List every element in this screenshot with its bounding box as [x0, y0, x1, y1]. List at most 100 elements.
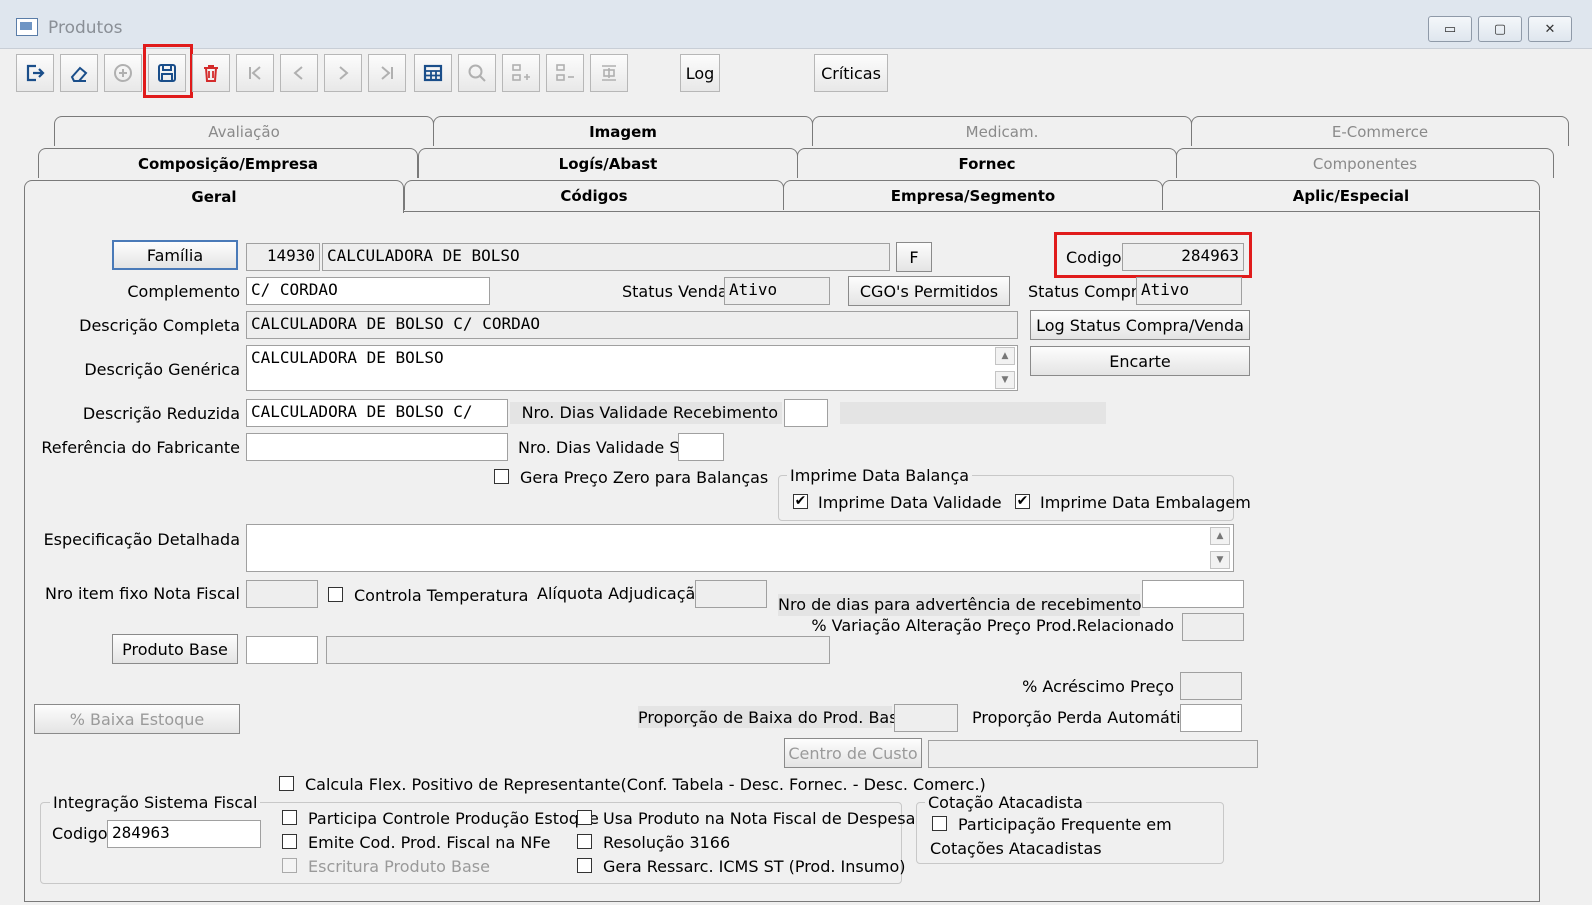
imprime-data-validade-label: Imprime Data Validade [818, 493, 1002, 512]
log-button[interactable]: Log [680, 54, 720, 92]
dias-validade-recebimento-label: Nro. Dias Validade Recebimento [521, 403, 778, 422]
descricao-reduzida-label: Descrição Reduzida [82, 404, 240, 423]
emite-cod-prod-checkbox[interactable] [282, 834, 297, 849]
remove-item-icon[interactable] [546, 54, 584, 92]
cgo-permitidos-button[interactable]: CGO's Permitidos [848, 276, 1010, 306]
descricao-generica-label: Descrição Genérica [84, 360, 240, 379]
descricao-generica-textarea[interactable]: CALCULADORA DE BOLSO [246, 345, 1018, 391]
codigo-highlight [1054, 232, 1252, 278]
previous-record-icon[interactable] [280, 54, 318, 92]
complemento-input[interactable]: C/ CORDAO [246, 277, 490, 305]
tab-avaliacao[interactable]: Avaliação [54, 116, 434, 146]
last-record-icon[interactable] [368, 54, 406, 92]
calcula-flex-checkbox[interactable] [279, 776, 294, 791]
produto-base-button[interactable]: Produto Base [112, 634, 238, 664]
tab-ecommerce[interactable]: E-Commerce [1191, 116, 1569, 146]
referencia-fabricante-label: Referência do Fabricante [41, 438, 240, 457]
dias-validade-sa-input[interactable] [678, 433, 724, 461]
especificacao-detalhada-label: Especificação Detalhada [43, 530, 240, 549]
status-venda-field: Ativo [724, 277, 830, 305]
criticas-button[interactable]: Críticas [814, 54, 888, 92]
usa-produto-nf-despesa-label: Usa Produto na Nota Fiscal de Despesa [603, 809, 916, 828]
calcula-flex-label: Calcula Flex. Positivo de Representante(… [305, 775, 986, 794]
participacao-frequente-label-1: Participação Frequente em [958, 815, 1172, 834]
log-status-compra-venda-button[interactable]: Log Status Compra/Venda [1030, 310, 1250, 340]
descricao-reduzida-input[interactable]: CALCULADORA DE BOLSO C/ [246, 399, 508, 427]
gera-ressarc-icms-checkbox[interactable] [577, 858, 592, 873]
integracao-codigo-input[interactable]: 284963 [107, 820, 261, 848]
exit-icon[interactable] [16, 54, 54, 92]
readonly-band [840, 402, 1106, 424]
scroll-down-arrow-icon[interactable]: ▼ [1210, 551, 1230, 569]
first-record-icon[interactable] [236, 54, 274, 92]
familia-button[interactable]: Família [112, 240, 238, 270]
minimize-button[interactable]: ▭ [1428, 16, 1472, 42]
acrescimo-preco-field [1180, 672, 1242, 700]
close-button[interactable]: ✕ [1528, 16, 1572, 42]
integracao-sistema-fiscal-label: Integração Sistema Fiscal [50, 793, 261, 812]
proporcao-perda-input[interactable] [1180, 704, 1242, 732]
search-icon[interactable] [458, 54, 496, 92]
especificacao-detalhada-textarea[interactable] [246, 524, 1234, 572]
imprime-data-validade-checkbox[interactable]: ✔ [793, 494, 808, 509]
encarte-button[interactable]: Encarte [1030, 346, 1250, 376]
insert-row-icon[interactable] [590, 54, 628, 92]
tab-composicao-empresa[interactable]: Composição/Empresa [38, 148, 418, 178]
integracao-codigo-label: Codigo [52, 824, 108, 843]
participa-controle-checkbox[interactable] [282, 810, 297, 825]
familia-code-field[interactable]: 14930 [246, 243, 320, 271]
next-record-icon[interactable] [324, 54, 362, 92]
dias-validade-recebimento-input[interactable] [784, 399, 828, 427]
nro-item-fixo-field [246, 580, 318, 608]
tab-aplic-especial[interactable]: Aplic/Especial [1162, 180, 1540, 210]
eraser-icon[interactable] [60, 54, 98, 92]
produto-base-code-input[interactable] [246, 636, 318, 664]
resolucao-3166-checkbox[interactable] [577, 834, 592, 849]
tab-empresa-segmento[interactable]: Empresa/Segmento [783, 180, 1163, 210]
scroll-down-arrow-icon[interactable]: ▼ [995, 371, 1015, 389]
tab-fornec[interactable]: Fornec [797, 148, 1177, 178]
add-item-icon[interactable] [502, 54, 540, 92]
baixa-estoque-button[interactable]: % Baixa Estoque [34, 704, 240, 734]
controla-temperatura-checkbox[interactable] [328, 587, 343, 602]
participacao-frequente-checkbox[interactable] [932, 816, 947, 831]
proporcao-perda-label: Proporção Perda Automática [972, 708, 1200, 727]
controla-temperatura-label: Controla Temperatura [354, 586, 529, 605]
acrescimo-preco-label: % Acréscimo Preço [1022, 677, 1174, 696]
tab-logis-abast[interactable]: Logís/Abast [418, 148, 798, 178]
tab-componentes[interactable]: Componentes [1176, 148, 1554, 178]
produto-base-description-field [326, 636, 830, 664]
scroll-up-arrow-icon[interactable]: ▲ [995, 347, 1015, 365]
imprime-data-embalagem-label: Imprime Data Embalagem [1040, 493, 1251, 512]
referencia-fabricante-input[interactable] [246, 433, 508, 461]
imprime-data-balanca-label: Imprime Data Balança [787, 466, 973, 485]
tab-codigos[interactable]: Códigos [404, 180, 784, 210]
proporcao-baixa-label: Proporção de Baixa do Prod. Base [638, 708, 908, 727]
imprime-data-embalagem-checkbox[interactable]: ✔ [1015, 494, 1030, 509]
add-circle-icon[interactable] [104, 54, 142, 92]
table-icon[interactable] [414, 54, 452, 92]
variacao-preco-field [1182, 613, 1244, 641]
nro-dias-advertencia-label: Nro de dias para advertência de recebime… [778, 595, 1142, 614]
nro-dias-advertencia-input[interactable] [1142, 580, 1244, 608]
scroll-up-arrow-icon[interactable]: ▲ [1210, 527, 1230, 545]
complemento-label: Complemento [127, 282, 240, 301]
aliquota-adjudicacao-field [695, 580, 767, 608]
f-button[interactable]: F [896, 242, 932, 272]
trash-icon[interactable] [192, 54, 230, 92]
proporcao-baixa-field [894, 704, 958, 732]
usa-produto-nf-despesa-checkbox[interactable] [577, 810, 592, 825]
status-compra-label: Status Compra [1028, 282, 1148, 301]
centro-custo-button[interactable]: Centro de Custo [784, 738, 922, 768]
maximize-button[interactable]: ▢ [1478, 16, 1522, 42]
gera-preco-zero-checkbox[interactable] [494, 469, 509, 484]
window-title: Produtos [48, 18, 123, 38]
descricao-completa-field: CALCULADORA DE BOLSO C/ CORDAO [246, 311, 1018, 339]
window-app-icon [16, 18, 38, 36]
tab-imagem[interactable]: Imagem [433, 116, 813, 146]
tab-medicam[interactable]: Medicam. [812, 116, 1192, 146]
tab-geral[interactable]: Geral [24, 180, 404, 213]
participacao-frequente-label-2: Cotações Atacadistas [930, 839, 1102, 858]
escritura-produto-base-checkbox[interactable] [282, 858, 297, 873]
emite-cod-prod-label: Emite Cod. Prod. Fiscal na NFe [308, 833, 551, 852]
